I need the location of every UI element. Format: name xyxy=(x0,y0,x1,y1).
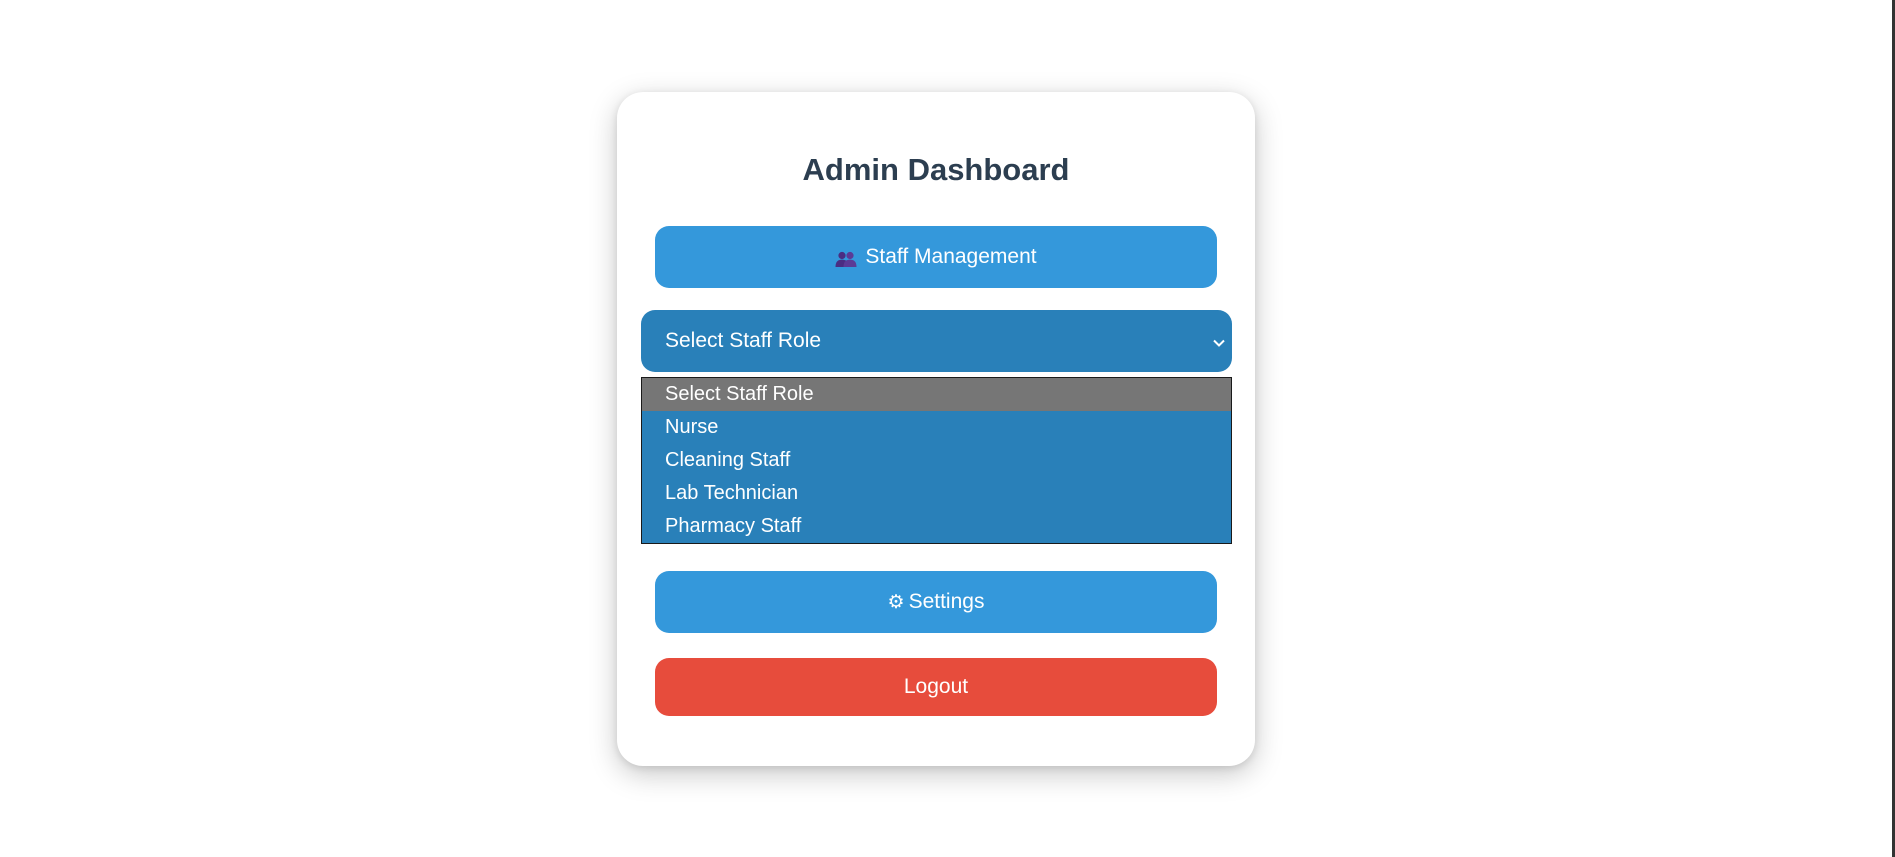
role-option-nurse[interactable]: Nurse xyxy=(642,411,1231,444)
logout-label: Logout xyxy=(903,675,969,698)
staff-management-button[interactable]: Staff Management xyxy=(655,226,1217,288)
staff-role-dropdown: Select Staff Role Nurse Cleaning Staff L… xyxy=(641,377,1232,544)
role-option-lab-technician[interactable]: Lab Technician xyxy=(642,477,1231,510)
role-option-cleaning-staff[interactable]: Cleaning Staff xyxy=(642,444,1231,477)
page-title: Admin Dashboard xyxy=(802,152,1070,187)
settings-button[interactable]: ⚙ Settings xyxy=(655,571,1217,633)
gear-icon: ⚙ xyxy=(887,591,905,613)
logout-button[interactable]: Logout xyxy=(655,658,1217,716)
staff-management-label: Staff Management xyxy=(865,245,1037,268)
dashboard-card: Admin Dashboard Staff Management Select … xyxy=(617,92,1255,766)
staff-role-select[interactable]: Select Staff Role xyxy=(641,310,1232,372)
people-icon xyxy=(835,249,857,267)
role-option-placeholder[interactable]: Select Staff Role xyxy=(642,378,1231,411)
settings-label: Settings xyxy=(908,590,985,613)
chevron-down-icon xyxy=(1212,332,1226,347)
role-option-pharmacy-staff[interactable]: Pharmacy Staff xyxy=(642,510,1231,543)
staff-role-select-value: Select Staff Role xyxy=(665,329,822,352)
